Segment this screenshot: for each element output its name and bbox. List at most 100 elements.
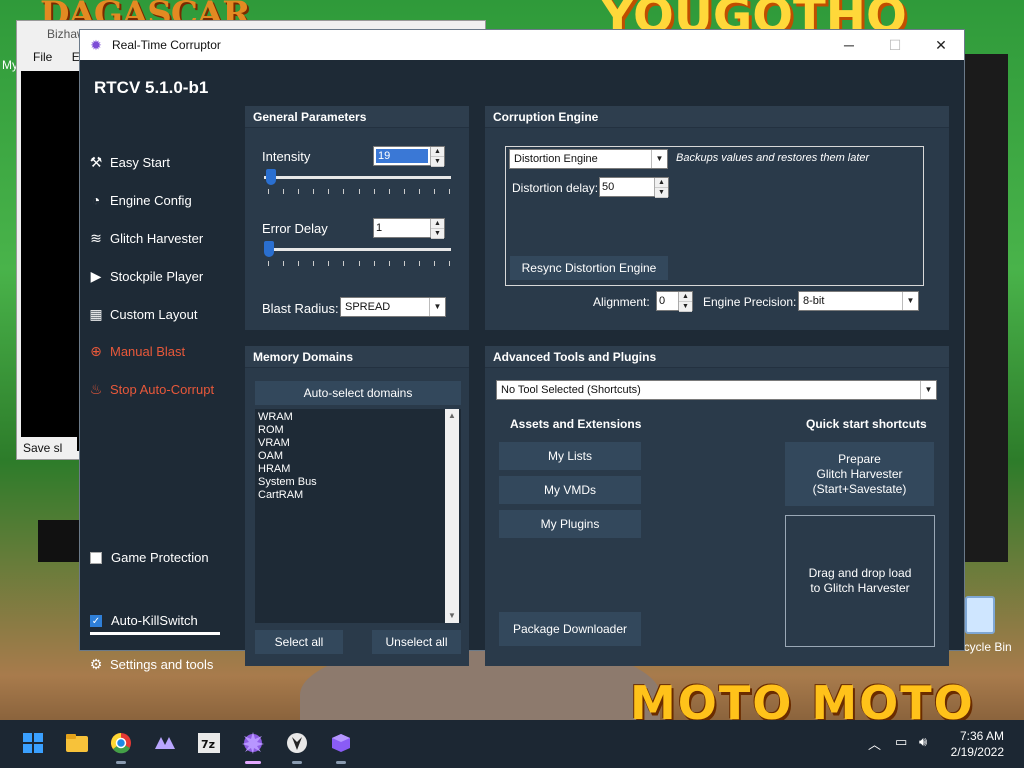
- game-protection-checkbox[interactable]: Game Protection: [90, 550, 209, 565]
- sidebar-item-stop-auto-corrupt[interactable]: ♨ Stop Auto-Corrupt: [88, 374, 228, 404]
- 7zip-icon[interactable]: 7z: [196, 730, 222, 756]
- up-arrow-icon[interactable]: ▲: [431, 147, 444, 157]
- settings-label: Settings and tools: [110, 656, 214, 672]
- checkbox-box-checked[interactable]: ✓: [90, 614, 102, 627]
- distortion-delay-value[interactable]: 50: [600, 178, 654, 196]
- chevron-up-icon[interactable]: ︿: [868, 734, 881, 753]
- unselect-all-button[interactable]: Unselect all: [372, 630, 461, 654]
- my-plugins-button[interactable]: My Plugins: [499, 510, 641, 538]
- advanced-tools-panel: Advanced Tools and Plugins No Tool Selec…: [485, 346, 949, 666]
- rtcv-icon[interactable]: [240, 730, 266, 764]
- grid-icon: ▦: [89, 305, 103, 322]
- running-indicator: [245, 761, 261, 764]
- domain-list[interactable]: WRAM ROM VRAM OAM HRAM System Bus CartRA…: [255, 409, 461, 623]
- chrome-icon[interactable]: [108, 730, 134, 764]
- error-delay-value[interactable]: 1: [374, 219, 430, 237]
- down-arrow-icon[interactable]: ▼: [679, 302, 692, 312]
- alignment-value[interactable]: 0: [657, 292, 678, 310]
- volume-icon[interactable]: 🔊︎: [919, 734, 927, 750]
- intensity-slider-track[interactable]: [264, 176, 451, 179]
- prepare-glitch-harvester-button[interactable]: Prepare Glitch Harvester (Start+Savestat…: [785, 442, 934, 506]
- maximize-button[interactable]: ☐: [872, 30, 918, 60]
- list-item[interactable]: OAM: [255, 450, 461, 463]
- list-item[interactable]: System Bus: [255, 476, 461, 489]
- sidebar-item-glitch-harvester[interactable]: ≋ Glitch Harvester: [88, 223, 228, 253]
- blast-radius-dropdown[interactable]: SPREAD ▼: [340, 297, 446, 317]
- chevron-down-icon[interactable]: ▼: [651, 150, 667, 168]
- sidebar-item-label: Engine Config: [110, 192, 192, 208]
- list-item[interactable]: WRAM: [255, 409, 461, 424]
- auto-select-domains-button[interactable]: Auto-select domains: [255, 381, 461, 405]
- alignment-input[interactable]: 0 ▲ ▼: [656, 291, 693, 312]
- sidebar-item-stockpile-player[interactable]: ▶ Stockpile Player: [88, 261, 228, 291]
- intensity-slider-ticks: [268, 189, 450, 195]
- list-item[interactable]: CartRAM: [255, 489, 461, 502]
- list-item[interactable]: ROM: [255, 424, 461, 437]
- select-all-button[interactable]: Select all: [255, 630, 343, 654]
- chevron-down-icon[interactable]: ▼: [429, 298, 445, 316]
- file-explorer-icon[interactable]: [64, 730, 90, 756]
- down-arrow-icon[interactable]: ▼: [431, 229, 444, 239]
- bizhawk-icon[interactable]: [284, 730, 310, 764]
- my-lists-button[interactable]: My Lists: [499, 442, 641, 470]
- spinner-arrows[interactable]: ▲ ▼: [430, 219, 444, 239]
- slider-tick: [328, 261, 329, 266]
- auto-killswitch-checkbox[interactable]: ✓ Auto-KillSwitch: [90, 613, 198, 628]
- spinner-arrows[interactable]: ▲ ▼: [678, 292, 692, 312]
- minimize-button[interactable]: ─: [826, 30, 872, 60]
- chevron-down-icon[interactable]: ▼: [920, 381, 936, 399]
- slider-tick: [374, 189, 375, 194]
- domain-list-scrollbar[interactable]: ▲ ▼: [445, 409, 459, 623]
- cube-app-icon[interactable]: [328, 730, 354, 764]
- resync-engine-button[interactable]: Resync Distortion Engine: [510, 256, 668, 280]
- drag-drop-zone[interactable]: Drag and drop load to Glitch Harvester: [785, 515, 935, 647]
- sidebar-item-engine-config[interactable]: ◔ Engine Config: [88, 185, 228, 215]
- up-arrow-icon[interactable]: ▲: [679, 292, 692, 302]
- tool-select-dropdown[interactable]: No Tool Selected (Shortcuts) ▼: [496, 380, 937, 400]
- up-arrow-icon[interactable]: ▲: [431, 219, 444, 229]
- flame-icon: ♨: [89, 380, 103, 397]
- intensity-slider-thumb[interactable]: [265, 169, 276, 185]
- list-item[interactable]: VRAM: [255, 437, 461, 450]
- chevron-down-icon[interactable]: ▼: [902, 292, 918, 310]
- down-arrow-icon[interactable]: ▼: [655, 188, 668, 198]
- slider-tick: [404, 189, 405, 194]
- checkbox-box[interactable]: [90, 551, 102, 564]
- sidebar-item-manual-blast[interactable]: ⊕ Manual Blast: [88, 336, 228, 366]
- engine-dropdown[interactable]: Distortion Engine ▼: [509, 149, 668, 169]
- sidebar-item-custom-layout[interactable]: ▦ Custom Layout: [88, 299, 228, 329]
- intensity-input[interactable]: 19 ▲ ▼: [373, 146, 445, 167]
- title-bar[interactable]: ✹ Real-Time Corruptor ─ ☐ ✕: [80, 30, 964, 60]
- panel-title: Corruption Engine: [485, 106, 949, 128]
- up-arrow-icon[interactable]: ▲: [655, 178, 668, 188]
- spinner-arrows[interactable]: ▲ ▼: [430, 147, 444, 167]
- vmd-app-icon[interactable]: [152, 730, 178, 756]
- general-parameters-panel: General Parameters Intensity 19 ▲ ▼ Error…: [245, 106, 469, 330]
- engine-precision-dropdown[interactable]: 8-bit ▼: [798, 291, 919, 311]
- bizhawk-menu-file[interactable]: File: [33, 50, 52, 64]
- sidebar-item-easy-start[interactable]: ⚒ Easy Start: [88, 147, 228, 177]
- gauge-icon: ◔: [91, 192, 101, 208]
- network-icon[interactable]: ▭: [895, 734, 907, 750]
- start-icon[interactable]: [20, 730, 46, 756]
- spinner-arrows[interactable]: ▲ ▼: [654, 178, 668, 198]
- clock[interactable]: 7:36 AM 2/19/2022: [951, 728, 1004, 760]
- package-downloader-button[interactable]: Package Downloader: [499, 612, 641, 646]
- error-delay-input[interactable]: 1 ▲ ▼: [373, 218, 445, 239]
- settings-and-tools-button[interactable]: ⚙ Settings and tools: [88, 649, 228, 679]
- bizhawk-game-screen[interactable]: [21, 71, 81, 451]
- my-vmds-button[interactable]: My VMDs: [499, 476, 641, 504]
- distortion-delay-input[interactable]: 50 ▲ ▼: [599, 177, 669, 198]
- list-item[interactable]: HRAM: [255, 463, 461, 476]
- close-button[interactable]: ✕: [918, 30, 964, 60]
- scrollbar-track[interactable]: [445, 423, 459, 609]
- error-delay-slider-thumb[interactable]: [264, 241, 274, 257]
- down-arrow-icon[interactable]: ▼: [431, 157, 444, 167]
- background-window-right[interactable]: [960, 54, 1008, 562]
- error-delay-slider-track[interactable]: [264, 248, 451, 251]
- slider-tick: [389, 189, 390, 194]
- scroll-down-icon[interactable]: ▼: [445, 609, 459, 623]
- scroll-up-icon[interactable]: ▲: [445, 409, 459, 423]
- sidebar-item-label: Manual Blast: [110, 343, 186, 359]
- intensity-value[interactable]: 19: [376, 149, 428, 163]
